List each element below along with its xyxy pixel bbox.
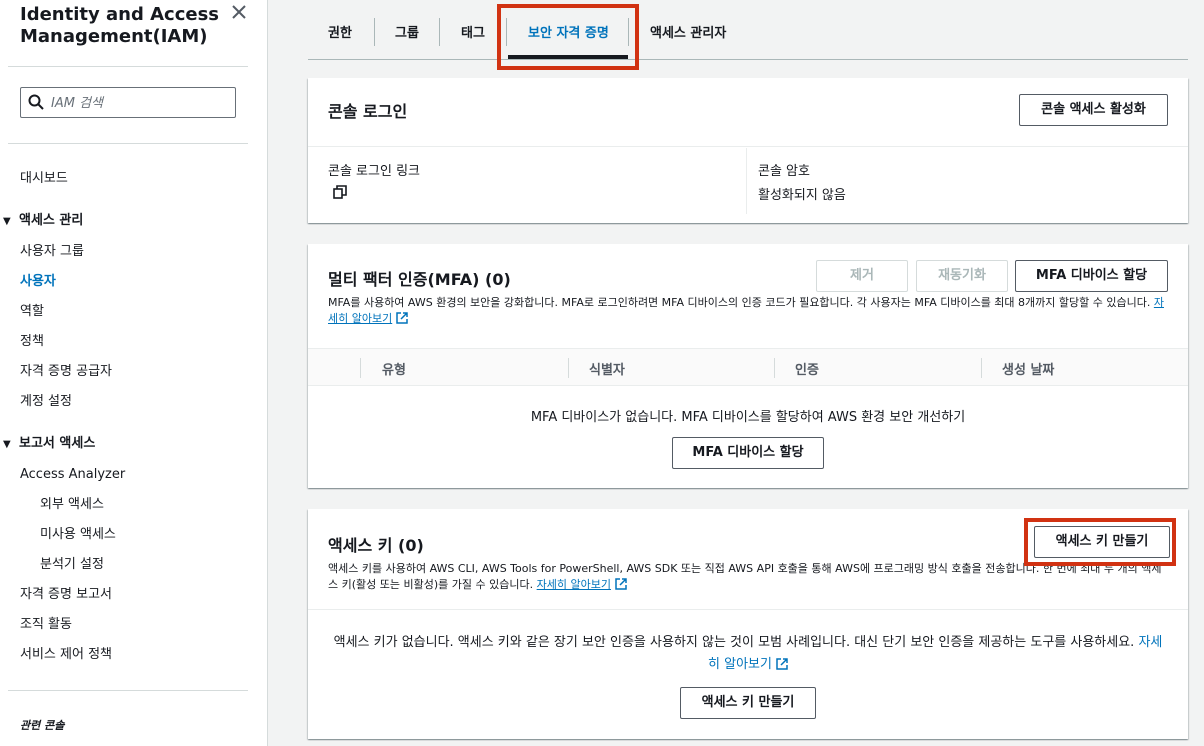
active-tab-indicator [508,55,628,59]
sidebar-item-account-settings[interactable]: 계정 설정 [20,393,72,411]
console-signin-link-label: 콘솔 로그인 링크 [328,164,420,179]
search-field[interactable] [20,87,236,118]
tab-groups[interactable]: 그룹 [395,22,419,41]
tab-tags[interactable]: 태그 [461,22,485,41]
tab-security-credentials[interactable]: 보안 자격 증명 [528,22,609,41]
description-text: MFA를 사용하여 AWS 환경의 보안을 강화합니다. MFA로 로그인하려면… [328,296,1151,309]
column-separator [360,358,361,378]
panel-title: 액세스 키 (0) [328,536,424,555]
section-label: 보고서 액세스 [19,436,96,451]
sidebar-section-access-reports[interactable]: ▼ 보고서 액세스 [3,435,95,454]
console-password-label: 콘솔 암호 [758,164,810,179]
column-header-certifications[interactable]: 인증 [795,359,819,378]
tab-separator [506,18,507,46]
tab-separator [628,18,629,46]
external-link-icon [776,658,788,670]
external-link-icon [396,312,408,324]
mfa-description: MFA를 사용하여 AWS 환경의 보안을 강화합니다. MFA로 로그인하려면… [328,295,1168,327]
sidebar-item-unused-access[interactable]: 미사용 액세스 [40,526,116,544]
search-icon [28,94,44,110]
mfa-panel: 멀티 팩터 인증(MFA) (0) 제거 재동기화 MFA 디바이스 할당 MF… [308,244,1188,488]
panel-title: 멀티 팩터 인증(MFA) (0) [328,270,511,289]
sidebar-item-analyzer-settings[interactable]: 분석기 설정 [40,556,104,574]
caret-down-icon: ▼ [3,216,11,227]
sidebar-item-external-access[interactable]: 외부 액세스 [40,496,104,514]
remove-button[interactable]: 제거 [816,260,908,292]
access-keys-description: 액세스 키를 사용하여 AWS CLI, AWS Tools for Power… [328,561,1168,593]
mfa-empty-message: MFA 디바이스가 없습니다. MFA 디바이스를 할당하여 AWS 환경 보안… [530,410,966,425]
sidebar-item-access-analyzer[interactable]: Access Analyzer [20,466,125,484]
divider [8,690,248,691]
section-label: 액세스 관리 [19,213,84,228]
divider [308,609,1188,610]
sidebar-section-access-management[interactable]: ▼ 액세스 관리 [3,212,83,231]
column-separator [981,358,982,378]
assign-mfa-device-empty-button[interactable]: MFA 디바이스 할당 [672,437,824,469]
column-header-identifier[interactable]: 식별자 [589,359,625,378]
sidebar-item-user-groups[interactable]: 사용자 그룹 [20,243,84,261]
sidebar-item-dashboard[interactable]: 대시보드 [20,170,68,188]
sidebar-item-service-control-policies[interactable]: 서비스 제어 정책 [20,646,112,664]
copy-icon[interactable] [333,185,347,199]
search-input[interactable] [51,92,231,114]
resync-button[interactable]: 재동기화 [916,260,1008,292]
learn-more-link[interactable]: 자세히 알아보기 [537,578,611,591]
caret-down-icon: ▼ [3,439,11,450]
divider [8,143,248,144]
enable-console-access-button[interactable]: 콘솔 액세스 활성화 [1019,94,1168,126]
related-consoles-heading: 관련 콘솔 [20,719,65,732]
tab-separator [439,18,440,46]
sidebar-item-identity-providers[interactable]: 자격 증명 공급자 [20,363,112,381]
console-password-value: 활성화되지 않음 [758,188,846,203]
column-separator [774,358,775,378]
external-link-icon [615,578,627,590]
column-header-created-on[interactable]: 생성 날짜 [1002,359,1054,378]
assign-mfa-device-button[interactable]: MFA 디바이스 할당 [1015,260,1168,292]
sidebar-item-policies[interactable]: 정책 [20,333,44,351]
sidebar-item-organization-activity[interactable]: 조직 활동 [20,616,72,634]
tab-access-advisor[interactable]: 액세스 관리자 [650,22,726,41]
description-text: 액세스 키를 사용하여 AWS CLI, AWS Tools for Power… [328,562,1162,591]
sidebar-title: Identity and Access Management(IAM) [20,4,220,47]
tab-separator [374,18,375,46]
panel-title: 콘솔 로그인 [328,102,408,121]
sidebar: Identity and Access Management(IAM) 대시보드… [0,0,268,746]
tab-bar [308,0,1188,60]
access-keys-empty-message: 액세스 키가 없습니다. 액세스 키와 같은 장기 보안 인증을 사용하지 않는… [328,632,1168,676]
sidebar-item-credential-report[interactable]: 자격 증명 보고서 [20,586,112,604]
create-access-key-button[interactable]: 액세스 키 만들기 [1034,526,1170,558]
access-keys-panel: 액세스 키 (0) 액세스 키 만들기 액세스 키를 사용하여 AWS CLI,… [308,509,1188,739]
table-header: 유형 식별자 인증 생성 날짜 [308,348,1188,386]
column-separator [746,148,747,214]
empty-text: 액세스 키가 없습니다. 액세스 키와 같은 장기 보안 인증을 사용하지 않는… [333,635,1135,650]
create-access-key-empty-button[interactable]: 액세스 키 만들기 [680,687,816,719]
tab-permissions[interactable]: 권한 [328,22,352,41]
console-signin-panel: 콘솔 로그인 콘솔 액세스 활성화 콘솔 로그인 링크 콘솔 암호 활성화되지 … [308,78,1188,223]
divider [308,146,1188,147]
sidebar-item-users[interactable]: 사용자 [20,273,56,291]
column-header-type[interactable]: 유형 [382,359,406,378]
column-separator [568,358,569,378]
sidebar-item-roles[interactable]: 역할 [20,303,44,321]
close-icon[interactable] [229,2,249,22]
divider [8,66,248,67]
